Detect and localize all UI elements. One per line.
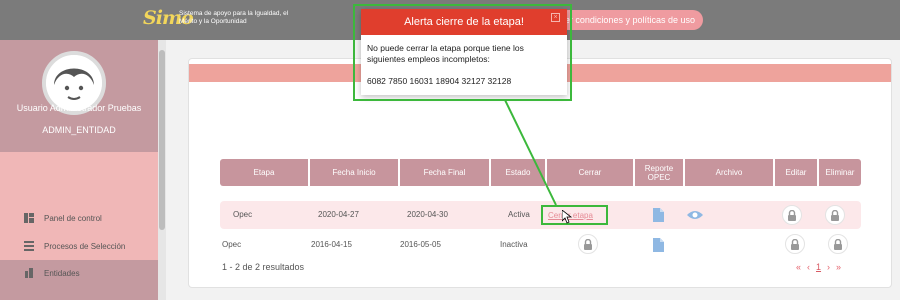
pager-prev-button[interactable]: ‹: [807, 262, 810, 272]
cell-estado: Inactiva: [500, 240, 528, 249]
lock-icon: [831, 209, 839, 221]
column-archivo: Archivo: [685, 159, 773, 186]
sidebar-item-label: Entidades: [44, 268, 80, 278]
column-reporte-opec: Reporte OPEC: [635, 159, 683, 186]
sidebar-scrollbar[interactable]: [158, 40, 166, 300]
cell-etapa: Opec: [222, 240, 242, 249]
user-role: ADMIN_ENTIDAD: [42, 125, 116, 135]
document-icon[interactable]: [653, 208, 664, 222]
cell-fecha-inicio: 2020-04-27: [318, 210, 359, 219]
logo-text: Sistema de apoyo para la Igualdad, el Mé…: [179, 10, 289, 25]
simo-logo: Simo: [143, 7, 194, 29]
cell-fecha-final: 2020-04-30: [407, 210, 448, 219]
column-fecha-final: Fecha Final: [400, 159, 489, 186]
delete-lock-button[interactable]: [828, 234, 848, 254]
results-count: 1 - 2 de 2 resultados: [222, 262, 305, 272]
cell-fecha-final: 2016-05-05: [400, 240, 441, 249]
column-editar: Editar: [775, 159, 817, 186]
document-icon[interactable]: [653, 238, 664, 252]
pager-next-button[interactable]: ›: [827, 262, 830, 272]
scrollbar-thumb[interactable]: [159, 50, 165, 230]
column-eliminar: Eliminar: [819, 159, 861, 186]
building-icon: [25, 268, 33, 278]
cell-etapa: Opec: [233, 210, 253, 219]
cerrar-highlight-box: [541, 205, 608, 225]
lock-icon: [791, 238, 799, 250]
mouse-cursor-icon: [562, 210, 572, 224]
dashboard-icon: [24, 213, 34, 223]
column-estado: Estado: [491, 159, 545, 186]
sidebar-item-label: Panel de control: [44, 213, 102, 223]
pager-first-button[interactable]: «: [796, 262, 801, 272]
column-cerrar: Cerrar: [547, 159, 633, 186]
delete-lock-button[interactable]: [825, 205, 845, 225]
sidebar-item-entidades[interactable]: Entidades: [24, 266, 80, 280]
sidebar-item-procesos[interactable]: Procesos de Selección: [24, 239, 125, 253]
lock-icon: [584, 238, 592, 250]
lock-icon: [788, 209, 796, 221]
pager-last-button[interactable]: »: [836, 262, 841, 272]
sidebar-item-panel-de-control[interactable]: Panel de control: [24, 211, 102, 225]
edit-lock-button[interactable]: [782, 205, 802, 225]
cerrar-lock-button[interactable]: [578, 234, 598, 254]
cell-estado: Activa: [508, 210, 530, 219]
pager-current-page[interactable]: 1: [816, 262, 821, 272]
eye-icon[interactable]: [687, 210, 703, 220]
cell-fecha-inicio: 2016-04-15: [311, 240, 352, 249]
alert-highlight-box: [353, 4, 572, 101]
lock-icon: [834, 238, 842, 250]
column-etapa: Etapa: [220, 159, 308, 186]
column-fecha-inicio: Fecha Inicio: [310, 159, 398, 186]
list-icon: [24, 241, 34, 251]
user-name: Usuario Administrador Pruebas: [16, 103, 142, 113]
edit-lock-button[interactable]: [785, 234, 805, 254]
sidebar-item-label: Procesos de Selección: [44, 241, 126, 251]
terms-button[interactable]: Ver condiciones y políticas de uso: [558, 10, 703, 30]
pagination: « ‹ 1 › »: [796, 262, 841, 272]
